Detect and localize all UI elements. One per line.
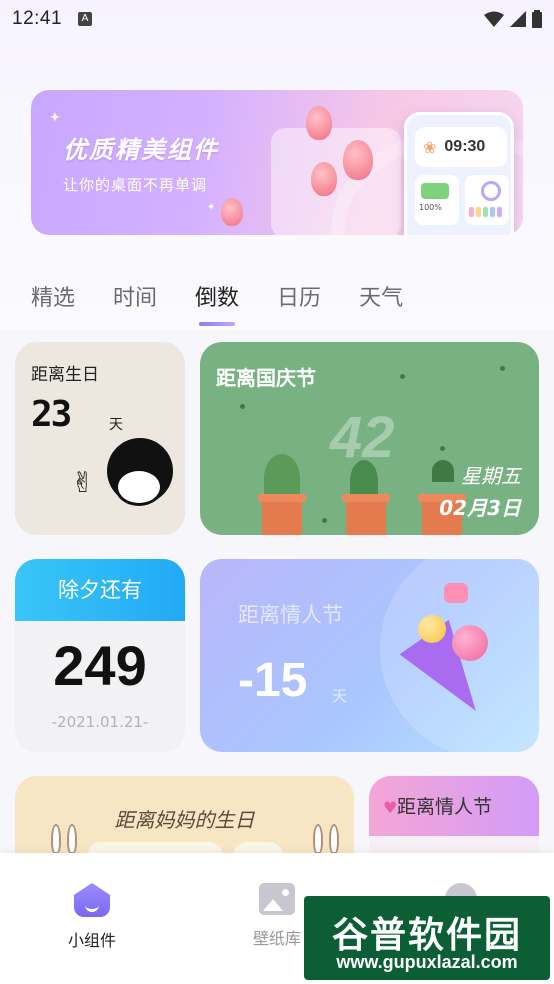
status-right-icons [484,10,542,28]
promo-banner[interactable]: ✦ ✦ ✦ 优质精美组件 让你的桌面不再单调 ❀ 09:30 100% [31,90,523,235]
sparkle-icon: ✦ [49,110,61,126]
heart-bubble-icon [444,583,468,603]
tulip-illustration [306,106,332,140]
paw-icon: ❀ [423,137,437,157]
battery-icon [532,10,542,28]
bunny-ear-illustration [51,824,61,854]
tulip-illustration [311,162,337,196]
card-label: 距离妈妈的生日 [114,808,255,832]
cartoon-face-illustration [115,468,163,506]
decor-dot [322,518,327,523]
flower-pot-illustration [342,494,390,535]
heart-icon: ♥ [383,798,398,817]
weekday-text: 星期五 [461,464,521,488]
picture-icon [259,883,295,915]
tab-countdown[interactable]: 倒数 [195,280,239,326]
home-icon [74,883,110,917]
tab-weather[interactable]: 天气 [359,280,403,312]
national-day-countdown-card[interactable]: 距离国庆节 42 星期五 02月3日 [200,342,539,535]
countdown-number: -15 [238,654,308,707]
date-text: 02月3日 [439,496,521,520]
banner-subtitle: 让你的桌面不再单调 [63,176,208,194]
balloon-decoration [452,625,488,661]
sparkle-icon: ✦ [207,202,216,213]
battery-widget-preview: 100% [415,175,459,225]
banner-title: 优质精美组件 [63,136,219,164]
signal-icon [510,11,526,27]
card-label: 距离情人节 [238,603,343,627]
status-bar: 12:41 A [0,0,554,38]
category-tabs: 精选 时间 倒数 日历 天气 [31,280,403,326]
watermark-title: 谷普软件园 [331,915,522,956]
decor-dot [440,446,445,451]
decor-dot [500,366,505,371]
countdown-unit: 天 [109,417,123,433]
valentine-countdown-card[interactable]: 距离情人节 -15 天 [200,559,539,752]
bunny-ear-illustration [67,824,77,854]
new-year-eve-countdown-card[interactable]: 除夕还有 249 -2021.01.21- [15,559,185,752]
card-label: 距离国庆节 [216,366,316,390]
notification-icon: A [78,12,93,26]
decor-dot [240,404,245,409]
ring-icon [481,181,501,201]
watermark-url: www.gupuxlazal.com [336,952,518,972]
countdown-unit: 天 [332,687,348,705]
wifi-icon [484,11,504,27]
battery-preview-percent: 100% [419,203,442,212]
nav-widgets[interactable]: 小组件 [32,883,152,951]
nav-label: 小组件 [67,931,116,950]
flower-pot-illustration [258,494,306,535]
peace-hand-icon: ✌ [71,466,95,499]
phone-mockup: ❀ 09:30 100% [404,112,514,235]
status-time: 12:41 [12,8,63,29]
bunny-ear-illustration [313,824,323,854]
tab-featured[interactable]: 精选 [31,280,75,312]
clock-widget-preview: ❀ 09:30 [415,127,507,167]
clock-preview-time: 09:30 [444,138,486,155]
tab-time[interactable]: 时间 [113,280,157,312]
color-bars [469,207,502,217]
bunny-ear-illustration [329,824,339,854]
tab-calendar[interactable]: 日历 [277,280,321,312]
target-date: -2021.01.21- [51,713,149,731]
birthday-countdown-card[interactable]: 距离生日 23 天 ✌ [15,342,185,535]
tulip-illustration [221,198,243,226]
decor-dot [400,374,405,379]
balloon-decoration [418,615,446,643]
ring-widget-preview [465,175,509,225]
site-watermark: 谷普软件园 www.gupuxlazal.com [304,896,550,980]
countdown-number: 249 [53,634,147,697]
mushroom-plant-illustration [432,460,454,482]
battery-preview-icon [421,183,449,199]
card-header: 除夕还有 [15,559,185,621]
tulip-illustration [343,140,373,180]
card-label: 距离生日 [31,365,99,385]
countdown-number: 23 [31,394,72,435]
